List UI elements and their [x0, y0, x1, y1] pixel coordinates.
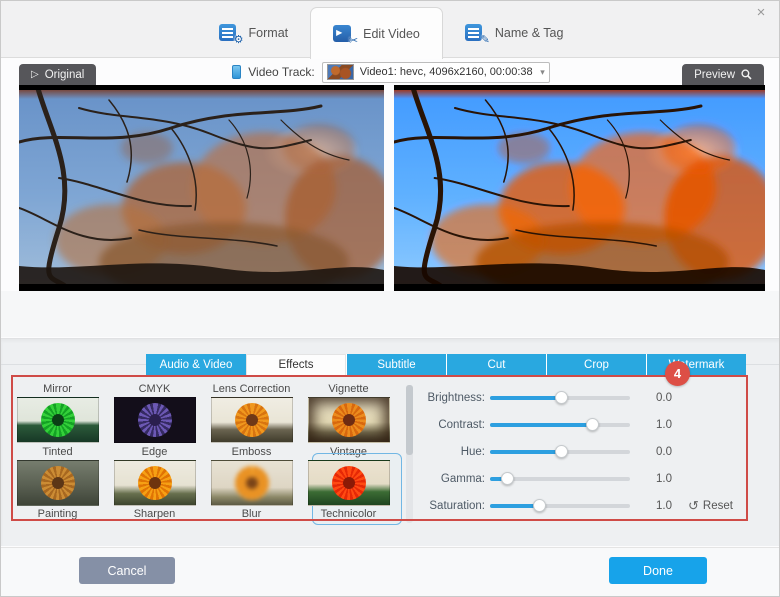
contrast-row: Contrast: 1.0: [421, 416, 761, 434]
tab-edit-video[interactable]: ▶ ✂ Edit Video: [310, 7, 443, 59]
contrast-value: 1.0: [656, 419, 672, 431]
edit-video-window: ⚙ Format ▶ ✂ Edit Video ✎ Name & Tag × Vi…: [0, 0, 780, 597]
contrast-handle[interactable]: [586, 418, 600, 431]
effect-thumb-blur[interactable]: [210, 460, 293, 506]
effect-thumb-sharpen[interactable]: [113, 460, 196, 506]
reset-icon: ↺: [688, 498, 699, 513]
hue-slider[interactable]: [490, 445, 630, 458]
gamma-row: Gamma: 1.0: [421, 470, 761, 488]
hue-label: Hue:: [460, 446, 485, 458]
effect-thumb-tinted[interactable]: [16, 397, 99, 443]
brightness-slider[interactable]: [490, 391, 630, 404]
brightness-row: Brightness: 0.0: [421, 389, 761, 407]
preview-video-frame: [394, 85, 765, 291]
contrast-slider[interactable]: [490, 418, 630, 431]
effect-thumb-vintage[interactable]: [307, 397, 390, 443]
effect-label-blur[interactable]: Blur: [203, 508, 300, 521]
tab-format-label: Format: [248, 25, 289, 40]
effect-thumb-painting[interactable]: [16, 460, 99, 506]
tab-crop[interactable]: Crop: [546, 354, 646, 375]
video-track-icon: [232, 65, 242, 79]
effects-scrollbar[interactable]: [406, 385, 413, 523]
effect-thumb-edge[interactable]: [113, 397, 196, 443]
tab-watermark[interactable]: Watermark: [646, 354, 746, 375]
edit-panel: Audio & Video Effects Subtitle Cut Crop …: [1, 338, 779, 546]
saturation-slider[interactable]: [490, 499, 630, 512]
tab-cut[interactable]: Cut: [446, 354, 546, 375]
hue-row: Hue: 0.0: [421, 443, 761, 461]
preview-tab-label: Preview: [694, 68, 735, 81]
video-track-row: Video Track: Video1: hevc, 4096x2160, 00…: [1, 59, 779, 85]
saturation-label: Saturation:: [429, 500, 485, 512]
video-track-value: Video1: hevc, 4096x2160, 00:00:38: [359, 66, 533, 78]
timeline-bar: 00:00:33 00:00:38 + ✂ Cut: [1, 291, 779, 596]
effect-label-lens-correction[interactable]: Lens Correction: [203, 383, 300, 396]
video-track-label: Video Track:: [248, 65, 315, 79]
tab-format[interactable]: ⚙ Format: [197, 7, 311, 58]
tab-name-tag[interactable]: ✎ Name & Tag: [443, 7, 586, 58]
original-tab-label: Original: [44, 68, 85, 81]
gamma-value: 1.0: [656, 473, 672, 485]
name-tag-icon: ✎: [464, 23, 490, 45]
tab-edit-video-label: Edit Video: [363, 26, 420, 41]
gamma-handle[interactable]: [500, 472, 514, 485]
effect-label-emboss[interactable]: Emboss: [203, 446, 300, 459]
effect-label-tinted[interactable]: Tinted: [9, 446, 106, 459]
effects-list: Mirror CMYK Lens Correction Vignette Tin…: [9, 377, 413, 525]
chevron-down-icon: ▾: [540, 66, 545, 77]
reset-button[interactable]: ↺ Reset: [688, 498, 733, 514]
header-tab-strip: ⚙ Format ▶ ✂ Edit Video ✎ Name & Tag ×: [1, 1, 779, 59]
saturation-row: Saturation: 1.0 ↺ Reset: [421, 497, 761, 515]
tab-audio-video[interactable]: Audio & Video: [146, 354, 246, 375]
hue-value: 0.0: [656, 446, 672, 458]
video-track-dropdown[interactable]: Video1: hevc, 4096x2160, 00:00:38 ▾: [321, 61, 550, 83]
tab-effects[interactable]: Effects: [246, 354, 346, 375]
original-video-frame: [19, 85, 384, 291]
saturation-handle[interactable]: [533, 499, 546, 512]
effect-label-sharpen[interactable]: Sharpen: [106, 508, 203, 521]
effect-thumb-technicolor[interactable]: [307, 460, 390, 506]
edit-video-icon: ▶ ✂: [333, 24, 358, 46]
play-outline-icon: ▷: [31, 69, 39, 80]
saturation-value: 1.0: [656, 500, 672, 512]
original-video-scene: [19, 90, 384, 284]
contrast-label: Contrast:: [438, 419, 485, 431]
close-icon[interactable]: ×: [751, 3, 771, 23]
panel-tabs: Audio & Video Effects Subtitle Cut Crop …: [146, 354, 746, 375]
effect-label-edge[interactable]: Edge: [106, 446, 203, 459]
effect-thumb-emboss[interactable]: [210, 397, 293, 443]
effect-label-cmyk[interactable]: CMYK: [106, 383, 203, 396]
preview-video-scene: [394, 90, 765, 284]
tab-subtitle[interactable]: Subtitle: [346, 354, 446, 375]
effect-label-technicolor[interactable]: Technicolor: [300, 508, 397, 521]
brightness-handle[interactable]: [555, 391, 569, 404]
format-icon: ⚙: [218, 23, 244, 45]
effects-scrollbar-thumb[interactable]: [406, 385, 413, 455]
gamma-label: Gamma:: [440, 473, 485, 485]
annotation-badge: 4: [665, 361, 690, 386]
magnifier-icon: [741, 69, 752, 80]
hue-handle[interactable]: [555, 445, 569, 458]
brightness-label: Brightness:: [427, 392, 485, 404]
cancel-button[interactable]: Cancel: [79, 557, 175, 584]
effect-label-mirror[interactable]: Mirror: [9, 383, 106, 396]
effect-label-vignette[interactable]: Vignette: [300, 383, 397, 396]
footer-bar: Cancel Done: [1, 547, 779, 596]
reset-label: Reset: [702, 500, 733, 512]
video-thumbnail: [326, 64, 354, 80]
preview-tab[interactable]: Preview: [682, 64, 764, 85]
tab-name-tag-label: Name & Tag: [494, 25, 564, 40]
effect-label-painting[interactable]: Painting: [9, 508, 106, 521]
done-button[interactable]: Done: [609, 557, 707, 584]
header-tabs: ⚙ Format ▶ ✂ Edit Video ✎ Name & Tag: [1, 7, 779, 59]
original-tab[interactable]: ▷ Original: [19, 64, 97, 85]
brightness-value: 0.0: [656, 392, 672, 404]
gamma-slider[interactable]: [490, 472, 630, 485]
